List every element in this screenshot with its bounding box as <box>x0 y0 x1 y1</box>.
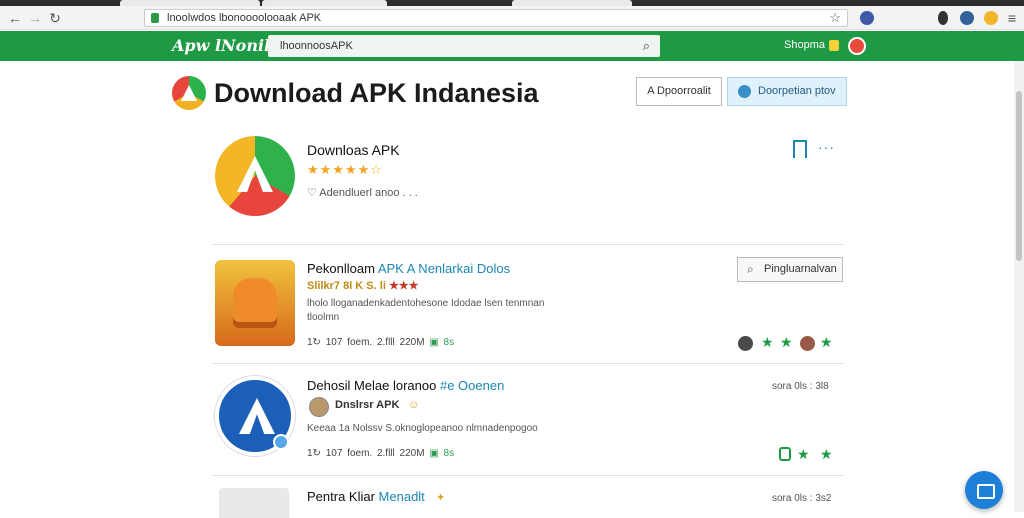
page-title: Download APK Indanesia <box>214 78 539 108</box>
forward-icon[interactable]: → <box>26 9 44 27</box>
divider <box>212 363 844 364</box>
rating-stars: ★★★★★☆ <box>307 162 383 177</box>
address-bar[interactable]: lnoolwdos lbonoooolooaak APK ☆ <box>144 9 848 27</box>
star-icon[interactable]: ★ <box>761 334 774 351</box>
site-header: Apw lNonili lhoonnoosAPK ⌕ Shopma <box>0 31 1024 61</box>
list-item-subtitle: Slilkr7 8l K S. li ★★★ <box>307 280 419 292</box>
divider <box>212 475 844 476</box>
emoji-icon: ☺ <box>408 399 420 411</box>
search-action-button[interactable]: ⌕ Pingluarnalvan <box>737 257 843 282</box>
back-icon[interactable]: ← <box>6 9 24 27</box>
bookmark-star-icon[interactable]: ☆ <box>829 10 841 26</box>
extension-icon[interactable] <box>960 11 974 25</box>
list-item-date: sora 0ls : 3s2 <box>772 493 832 504</box>
star-icon[interactable]: ★ <box>780 334 793 351</box>
primary-action-button[interactable]: Doorpetian ptov <box>727 77 847 106</box>
globe-icon <box>738 85 751 98</box>
emoji-icon: ✦ <box>436 492 446 504</box>
list-item-description: lholo lloganadenkadentohesone Idodae lse… <box>307 298 545 323</box>
feature-app-icon[interactable] <box>215 136 295 216</box>
list-item-subtitle: Dnslrsr APK <box>335 399 400 411</box>
download-icon[interactable] <box>779 447 791 461</box>
search-icon: ⌕ <box>747 262 754 276</box>
verified-icon <box>273 434 289 450</box>
list-item-title[interactable]: Pentra Kliar Menadlt <box>307 489 425 504</box>
user-label[interactable]: Shopma <box>784 39 825 51</box>
extension-icon[interactable] <box>938 11 948 25</box>
list-item-stats: 1↻ 107 foem. 2.flll 220M ▣ 8s <box>307 337 455 348</box>
app-icon-android[interactable] <box>215 260 295 346</box>
divider <box>212 244 844 245</box>
list-item-title[interactable]: Pekonlloam APK A Nenlarkai Dolos <box>307 261 510 276</box>
scrollbar-thumb[interactable] <box>1016 91 1022 261</box>
site-logo[interactable]: Apw lNonili <box>172 36 276 55</box>
scrollbar[interactable] <box>1014 61 1024 512</box>
extension-icon[interactable] <box>860 11 874 25</box>
list-item-title[interactable]: Dehosil Melae loranoo #e Ooenen <box>307 378 504 393</box>
lock-icon <box>151 13 159 23</box>
address-text: lnoolwdos lbonoooolooaak APK <box>167 12 322 24</box>
search-action-label: Pingluarnalvan <box>764 263 837 275</box>
list-item-date: sora 0ls : 3l8 <box>772 381 829 392</box>
browser-toolbar: ← → ↻ lnoolwdos lbonoooolooaak APK ☆ ≡ <box>0 6 1024 30</box>
menu-icon[interactable]: ≡ <box>1003 9 1021 27</box>
star-icon[interactable]: ★ <box>820 446 833 463</box>
app-icon-grey[interactable] <box>219 488 289 518</box>
chat-button[interactable] <box>965 471 1003 509</box>
avatar[interactable] <box>309 397 329 417</box>
search-value: lhoonnoosAPK <box>280 40 353 52</box>
app-icon-blue[interactable] <box>215 376 295 456</box>
extension-icon[interactable] <box>984 11 998 25</box>
star-icon[interactable]: ★ <box>820 334 833 351</box>
star-icon[interactable]: ★ <box>797 446 810 463</box>
apk-logo-icon <box>172 76 206 110</box>
notification-badge-icon[interactable] <box>829 40 839 51</box>
more-options-icon[interactable]: ··· <box>818 139 835 155</box>
list-item-stats: 1↻ 107 foem. 2.flll 220M ▣ 8s <box>307 448 455 459</box>
outline-button[interactable]: A Dpoorroalit <box>636 77 722 106</box>
list-item-description: Keeaa 1a Nolssv S.oknoglopeanoo nlmnaden… <box>307 423 538 434</box>
reload-icon[interactable]: ↻ <box>46 9 64 27</box>
search-input[interactable]: lhoonnoosAPK ⌕ <box>268 35 660 57</box>
search-icon[interactable]: ⌕ <box>643 35 650 57</box>
primary-action-label: Doorpetian ptov <box>758 85 836 97</box>
feature-meta: ♡ Adendluerl anoo . . . <box>307 187 418 199</box>
avatar[interactable] <box>848 37 866 55</box>
feature-app-name[interactable]: Downloas APK <box>307 142 400 158</box>
avatar[interactable] <box>738 336 753 351</box>
avatar[interactable] <box>800 336 815 351</box>
bookmark-icon[interactable] <box>793 140 807 158</box>
